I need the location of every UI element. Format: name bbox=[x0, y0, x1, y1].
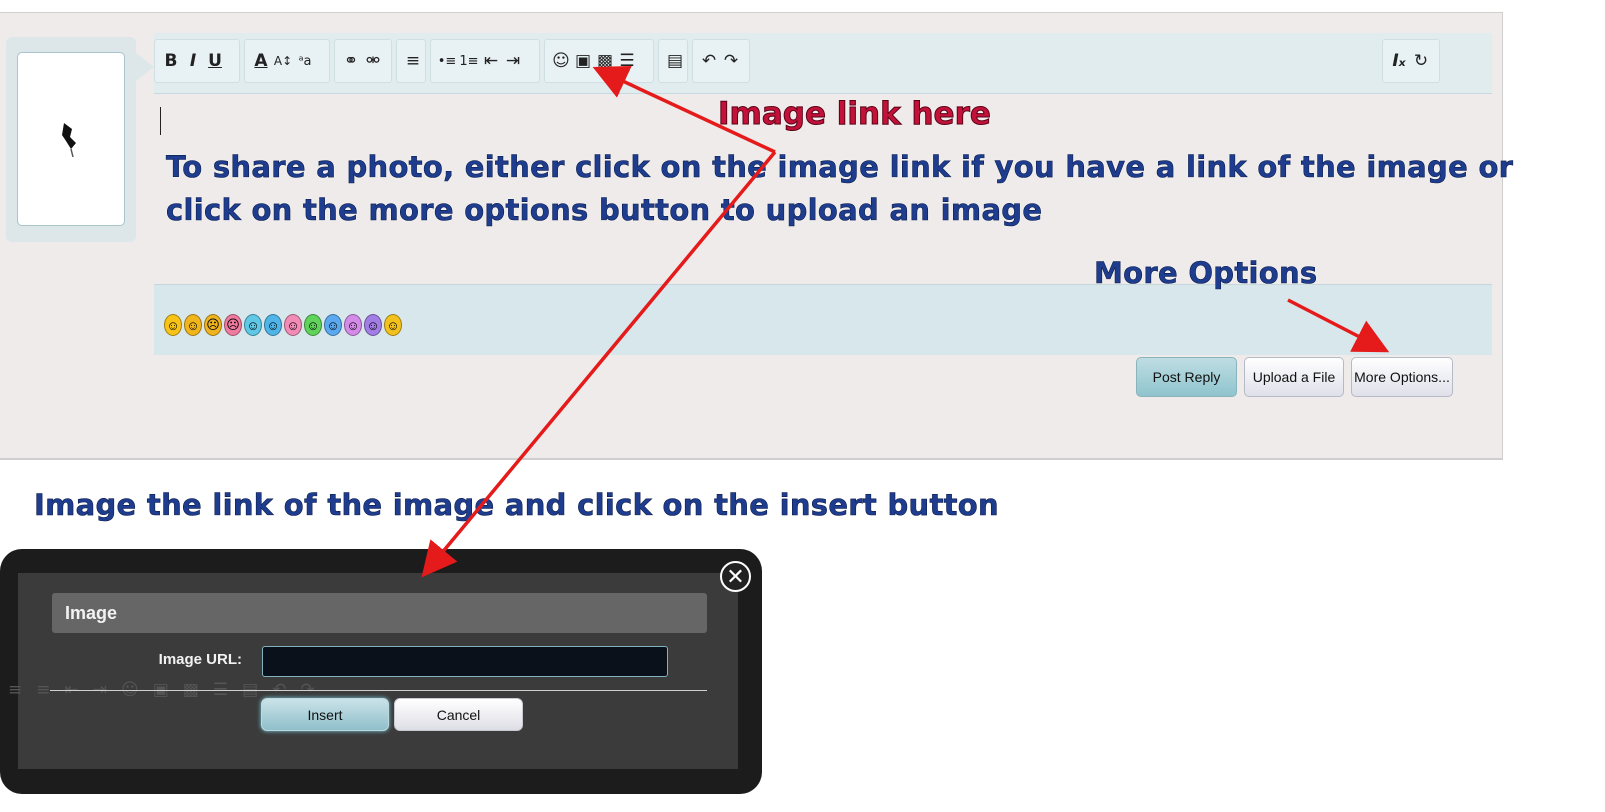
undo-button[interactable]: ↶ bbox=[699, 49, 719, 73]
close-icon[interactable]: ✕ bbox=[720, 561, 751, 592]
media-button[interactable]: ▩ bbox=[595, 49, 615, 73]
remove-format-button[interactable]: Iₓ bbox=[1389, 49, 1409, 73]
smiley-2[interactable]: ☺ bbox=[184, 314, 202, 336]
post-reply-button[interactable]: Post Reply bbox=[1136, 357, 1237, 397]
save-draft-button[interactable]: ▤ bbox=[665, 49, 685, 73]
smilies-bar: ☺ ☺ ☹ ☹ ☺ ☺ ☺ ☺ ☺ ☺ ☺ ☺ bbox=[154, 284, 1492, 355]
font-size-button[interactable]: A↕ bbox=[273, 49, 293, 73]
editor-toolbar: B I U A A↕ ᵃa ⚭ ⚮ ≡ •≡ 1≡ ⇤ ⇥ ☺ ▣ ▩ ☰ ▤ … bbox=[154, 33, 1492, 94]
smiley-9[interactable]: ☺ bbox=[324, 314, 342, 336]
avatar-image bbox=[62, 123, 76, 158]
redo-button[interactable]: ↷ bbox=[721, 49, 741, 73]
align-left-button[interactable]: ≡ bbox=[403, 49, 423, 73]
image-url-input[interactable] bbox=[262, 646, 668, 677]
align-group: ≡ bbox=[396, 39, 426, 83]
font-color-button[interactable]: A bbox=[251, 49, 271, 73]
more-options-button[interactable]: More Options... bbox=[1351, 357, 1453, 397]
history-group: ↶ ↷ bbox=[692, 39, 750, 83]
avatar-pointer bbox=[136, 53, 154, 81]
numbered-list-button[interactable]: 1≡ bbox=[459, 49, 479, 73]
text-caret bbox=[160, 107, 161, 135]
toggle-bbcode-button[interactable]: ↻ bbox=[1411, 49, 1431, 73]
bold-button[interactable]: B bbox=[161, 49, 181, 73]
italic-button[interactable]: I bbox=[183, 49, 203, 73]
font-family-button[interactable]: ᵃa bbox=[295, 49, 315, 73]
insert-group: ☺ ▣ ▩ ☰ bbox=[544, 39, 654, 83]
smiley-12[interactable]: ☺ bbox=[384, 314, 402, 336]
annotation-instruction: Image the link of the image and click on… bbox=[34, 488, 999, 523]
dialog-divider bbox=[50, 690, 707, 691]
cancel-button[interactable]: Cancel bbox=[394, 698, 523, 731]
annotation-share-line-2: click on the more options button to uplo… bbox=[166, 193, 1043, 228]
reply-panel: B I U A A↕ ᵃa ⚭ ⚮ ≡ •≡ 1≡ ⇤ ⇥ ☺ ▣ ▩ ☰ ▤ … bbox=[0, 12, 1503, 460]
link-group: ⚭ ⚮ bbox=[334, 39, 392, 83]
link-button[interactable]: ⚭ bbox=[341, 49, 361, 73]
smiley-11[interactable]: ☺ bbox=[364, 314, 382, 336]
outdent-button[interactable]: ⇤ bbox=[481, 49, 501, 73]
indent-button[interactable]: ⇥ bbox=[503, 49, 523, 73]
tools-group: Iₓ ↻ bbox=[1382, 39, 1440, 83]
format-group: B I U bbox=[154, 39, 240, 83]
annotation-image-link-here: Image link here bbox=[718, 96, 992, 133]
font-group: A A↕ ᵃa bbox=[244, 39, 330, 83]
smiley-8[interactable]: ☺ bbox=[304, 314, 322, 336]
annotation-more-options: More Options bbox=[1094, 256, 1318, 291]
smiley-10[interactable]: ☺ bbox=[344, 314, 362, 336]
smiley-7[interactable]: ☺ bbox=[284, 314, 302, 336]
list-group: •≡ 1≡ ⇤ ⇥ bbox=[430, 39, 540, 83]
smiley-5[interactable]: ☺ bbox=[244, 314, 262, 336]
unlink-button[interactable]: ⚮ bbox=[363, 49, 383, 73]
insert-more-button[interactable]: ☰ bbox=[617, 49, 637, 73]
insert-image-button[interactable]: ▣ bbox=[573, 49, 593, 73]
smilies-button[interactable]: ☺ bbox=[551, 49, 571, 73]
insert-button[interactable]: Insert bbox=[261, 698, 389, 731]
dialog-title: Image bbox=[52, 593, 707, 633]
smiley-3[interactable]: ☹ bbox=[204, 314, 222, 336]
upload-file-button[interactable]: Upload a File bbox=[1244, 357, 1344, 397]
smilies-row: ☺ ☺ ☹ ☹ ☺ ☺ ☺ ☺ ☺ ☺ ☺ ☺ bbox=[164, 314, 402, 336]
smiley-1[interactable]: ☺ bbox=[164, 314, 182, 336]
underline-button[interactable]: U bbox=[205, 49, 225, 73]
image-url-label: Image URL: bbox=[158, 651, 242, 668]
bullet-list-button[interactable]: •≡ bbox=[437, 49, 457, 73]
save-group: ▤ bbox=[658, 39, 688, 83]
smiley-6[interactable]: ☺ bbox=[264, 314, 282, 336]
annotation-share-line-1: To share a photo, either click on the im… bbox=[166, 150, 1514, 185]
avatar-frame bbox=[6, 37, 136, 242]
avatar[interactable] bbox=[17, 52, 125, 226]
smiley-4[interactable]: ☹ bbox=[224, 314, 242, 336]
